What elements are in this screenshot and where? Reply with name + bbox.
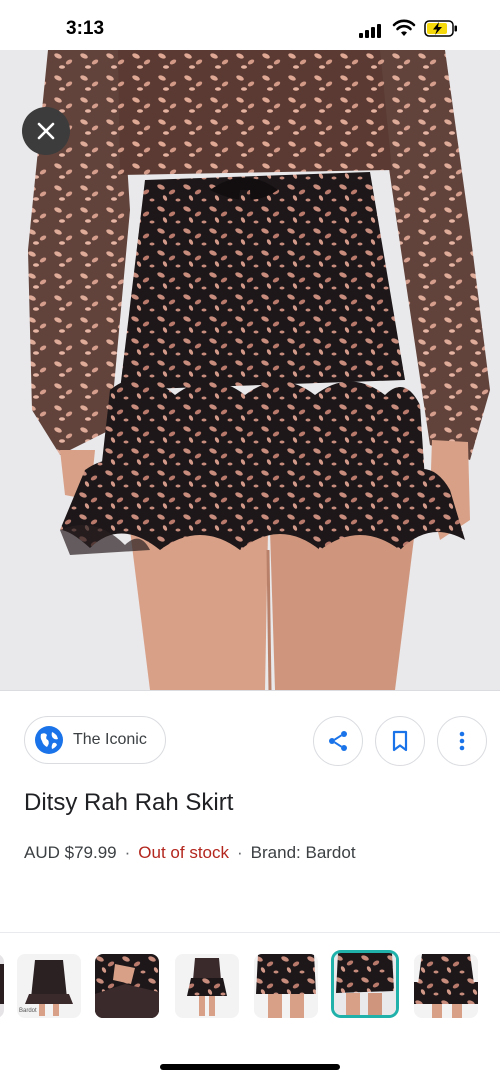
thumbnail-image (414, 954, 478, 1018)
thumbnail-image (254, 954, 318, 1018)
thumbnail[interactable] (175, 954, 239, 1018)
brand: Brand: Bardot (250, 843, 356, 862)
product-image[interactable] (0, 50, 500, 690)
thumbnail-image (334, 953, 396, 1015)
price: AUD $79.99 (24, 843, 117, 862)
source-name: The Iconic (73, 731, 147, 748)
thumbnail[interactable] (254, 954, 318, 1018)
divider (0, 932, 500, 933)
thumbnail-image (95, 954, 159, 1018)
status-bar: 3:13 (0, 0, 500, 50)
thumbnail[interactable] (95, 954, 159, 1018)
product-meta: AUD $79.99 · Out of stock · Brand: Bardot (24, 843, 356, 863)
close-button[interactable] (22, 107, 70, 155)
separator: · (124, 843, 131, 862)
thumbnail[interactable]: Bardot (17, 954, 81, 1018)
share-button[interactable] (313, 716, 363, 766)
close-icon (37, 122, 55, 140)
divider (0, 690, 500, 691)
more-vertical-icon (459, 731, 465, 751)
thumbnail-image (0, 954, 4, 1018)
thumbnail-image (175, 954, 239, 1018)
home-indicator[interactable] (160, 1064, 340, 1070)
product-title: Ditsy Rah Rah Skirt (24, 789, 234, 816)
stock-status: Out of stock (138, 843, 229, 862)
battery-charging-icon (424, 20, 457, 37)
thumbnail-selected[interactable] (331, 950, 399, 1018)
more-options-button[interactable] (437, 716, 487, 766)
share-icon (329, 731, 347, 751)
separator: · (237, 843, 243, 862)
thumbnail[interactable] (0, 954, 4, 1018)
thumbnail-caption: Bardot (19, 1008, 37, 1014)
cellular-signal-icon (359, 22, 385, 38)
bookmark-icon (392, 730, 408, 752)
product-photo (0, 50, 500, 690)
save-bookmark-button[interactable] (375, 716, 425, 766)
wifi-icon (392, 19, 416, 36)
thumbnail[interactable] (414, 954, 478, 1018)
globe-icon (35, 726, 63, 754)
related-images-strip[interactable]: Bardot (0, 950, 500, 1022)
status-time: 3:13 (66, 18, 105, 39)
source-chip[interactable]: The Iconic (24, 716, 166, 764)
